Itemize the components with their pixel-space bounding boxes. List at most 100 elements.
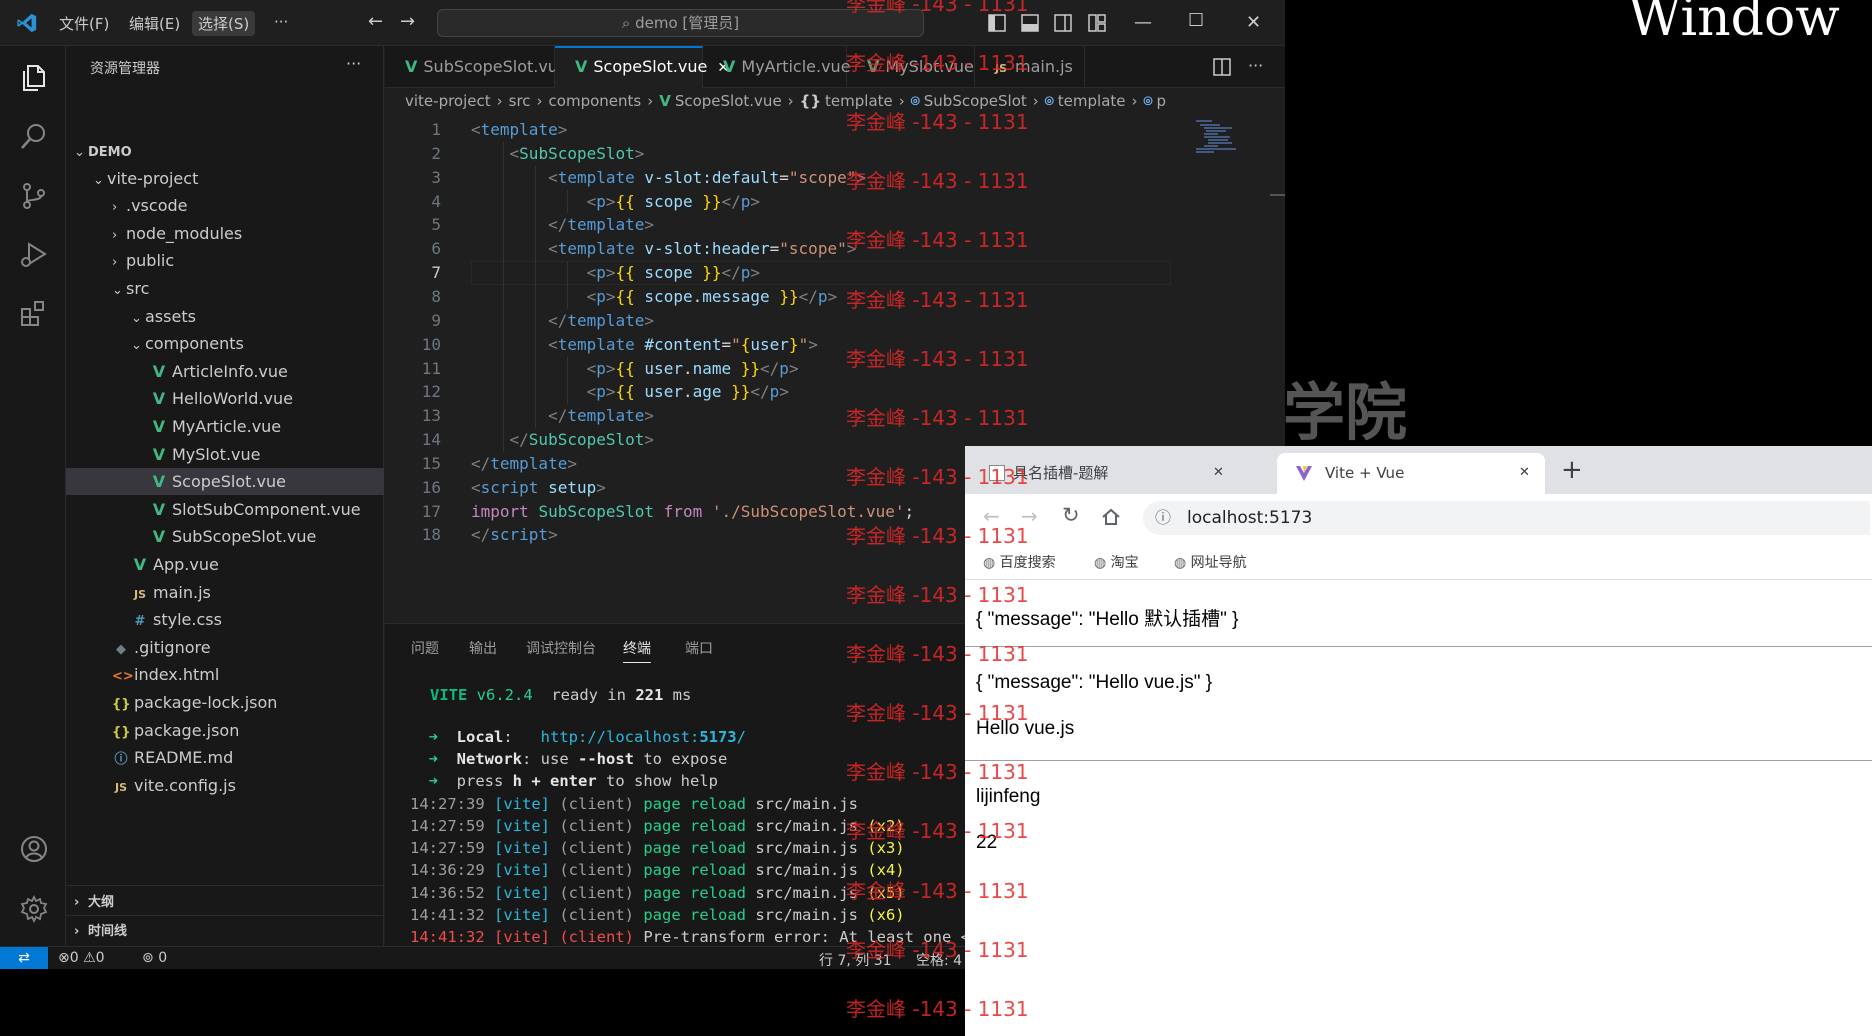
breadcrumb-item[interactable]: components [549, 92, 642, 110]
tree-item[interactable]: V App.vue [66, 551, 384, 578]
back-arrow-icon[interactable]: ← [368, 11, 383, 32]
error-icon: ⊗ [58, 950, 70, 966]
terminal-token: src/main.js [755, 906, 868, 924]
tree-item[interactable]: ◆ .gitignore [66, 634, 384, 661]
menu-selection[interactable]: 选择(S) [192, 11, 256, 36]
vue-file-icon: V [152, 527, 166, 547]
tree-item[interactable]: # style.css [66, 606, 384, 633]
line-number: 17 [421, 501, 441, 521]
breadcrumb-item[interactable]: vite-project [405, 92, 491, 110]
tree-item[interactable]: ⌄ components [66, 330, 384, 357]
tree-item[interactable]: JS main.js [66, 579, 384, 606]
tree-item[interactable]: V SubScopeSlot.vue [66, 523, 384, 550]
search-icon[interactable] [19, 121, 49, 151]
split-editor-icon[interactable] [1213, 58, 1231, 76]
home-icon[interactable] [1101, 507, 1121, 527]
tree-item[interactable]: ⌄ src [66, 275, 384, 302]
close-tab-icon[interactable]: ✕ [1213, 453, 1224, 493]
minimap[interactable] [1192, 118, 1240, 158]
editor-more-icon[interactable]: ··· [1248, 56, 1263, 75]
run-debug-icon[interactable] [19, 239, 49, 269]
outline-section[interactable]: › 大纲 [66, 889, 384, 916]
timeline-section[interactable]: › 时间线 [66, 918, 384, 945]
tree-item[interactable]: JS vite.config.js [66, 772, 384, 799]
editor-tab-bar: V SubScopeSlot.vue V ScopeSlot.vue ✕ V MyArtic… [385, 46, 1285, 88]
tree-item[interactable]: ⌄ assets [66, 303, 384, 330]
site-info-icon[interactable]: ⓘ [1155, 501, 1171, 535]
explorer-more-button[interactable]: ··· [346, 54, 361, 73]
panel-tab[interactable]: 问题 [411, 638, 439, 658]
maximize-icon[interactable]: ☐ [1188, 10, 1204, 31]
tree-item[interactable]: V MyArticle.vue [66, 413, 384, 440]
code-token: </ [721, 191, 741, 211]
extensions-icon[interactable] [19, 298, 49, 328]
html-file-icon: <> [112, 669, 134, 685]
tree-item[interactable]: ⌄ DEMO [66, 137, 384, 164]
tree-item[interactable]: ⌄ vite-project [66, 165, 384, 192]
source-control-icon[interactable] [19, 181, 49, 211]
tree-item[interactable]: › node_modules [66, 220, 384, 247]
code-token: < [548, 167, 558, 187]
ports-status[interactable]: ⊚ 0 [142, 950, 167, 966]
accounts-icon[interactable] [19, 834, 49, 864]
browser-tab-vite-vue[interactable]: Vite + Vue ✕ [1277, 453, 1545, 494]
close-tab-icon[interactable]: ✕ [1519, 453, 1530, 493]
bookmark-taobao[interactable]: ◍ 淘宝 [1094, 552, 1139, 572]
watermark-text: 李金峰 -143 - 1131 [846, 819, 1029, 844]
tree-item[interactable]: V SlotSubComponent.vue [66, 496, 384, 523]
tree-item[interactable]: V MySlot.vue [66, 441, 384, 468]
address-bar[interactable]: ⓘ localhost:5173 [1143, 501, 1870, 535]
forward-arrow-icon[interactable]: → [400, 11, 415, 32]
terminal-token: 14:41:32 [410, 928, 494, 947]
tree-item[interactable]: V ArticleInfo.vue [66, 358, 384, 385]
remote-indicator-icon[interactable]: ⇄ [0, 947, 48, 969]
tree-item[interactable]: {} package.json [66, 717, 384, 744]
minimize-icon[interactable]: — [1134, 12, 1152, 33]
bookmark-baidu[interactable]: ◍ 百度搜索 [983, 552, 1056, 572]
tree-item[interactable]: › public [66, 247, 384, 274]
breadcrumb-item[interactable]: ScopeSlot.vue [675, 92, 782, 110]
panel-tab[interactable]: 输出 [469, 638, 497, 658]
terminal-token: (client) [550, 883, 644, 902]
tree-item[interactable]: {} package-lock.json [66, 689, 384, 716]
panel-tab[interactable]: 终端 [623, 638, 651, 663]
bookmark-nav[interactable]: ◍ 网址导航 [1174, 552, 1247, 572]
tree-item[interactable]: V HelloWorld.vue [66, 385, 384, 412]
editor-tab[interactable]: V MyArticle.vue [703, 46, 851, 88]
breadcrumb-item[interactable]: p [1157, 92, 1167, 110]
customize-layout-icon[interactable] [1088, 14, 1106, 32]
new-tab-button[interactable]: + [1561, 455, 1583, 485]
panel-tab[interactable]: 端口 [685, 638, 713, 658]
reload-icon[interactable]: ↻ [1062, 503, 1080, 527]
close-window-icon[interactable]: ✕ [1246, 12, 1261, 33]
timeline-label: 时间线 [88, 924, 128, 939]
user-name-output: lijinfeng [976, 786, 1041, 807]
settings-gear-icon[interactable] [19, 894, 49, 924]
explorer-icon[interactable] [19, 62, 49, 92]
editor-tab[interactable]: V ScopeSlot.vue ✕ [555, 46, 729, 88]
tree-item[interactable]: <>index.html [66, 661, 384, 688]
menu-edit[interactable]: 编辑(E) [129, 13, 180, 34]
panel-tab[interactable]: 调试控制台 [526, 638, 596, 658]
terminal-token: page reload [643, 906, 756, 924]
breadcrumb-item[interactable]: template [1058, 92, 1126, 110]
indent-guide [567, 356, 568, 405]
outline-label: 大纲 [88, 895, 115, 910]
tree-item[interactable]: V ScopeSlot.vue [66, 468, 384, 496]
menu-more[interactable]: ··· [274, 13, 288, 31]
header-slot-output: { "message": "Hello vue.js" } [976, 672, 1213, 693]
editor-tab[interactable]: V SubScopeSlot.vue [385, 46, 568, 88]
menu-file[interactable]: 文件(F) [59, 13, 109, 34]
watermark-text: 李金峰 -143 - 1131 [846, 464, 1029, 489]
tree-item-label: App.vue [153, 555, 219, 574]
indent-guide [535, 332, 536, 429]
problems-status[interactable]: ⊗0 ⚠0 [58, 950, 105, 966]
breadcrumb-item[interactable]: src [509, 92, 531, 110]
scrollbar-thumb[interactable] [1270, 194, 1285, 196]
tree-item[interactable]: › .vscode [66, 192, 384, 219]
tree-item[interactable]: ⓘ README.md [66, 744, 384, 771]
breadcrumb-separator-icon: › [536, 92, 543, 110]
toggle-secondary-sidebar-icon[interactable] [1054, 14, 1072, 32]
code-line: <script setup> [471, 476, 606, 500]
